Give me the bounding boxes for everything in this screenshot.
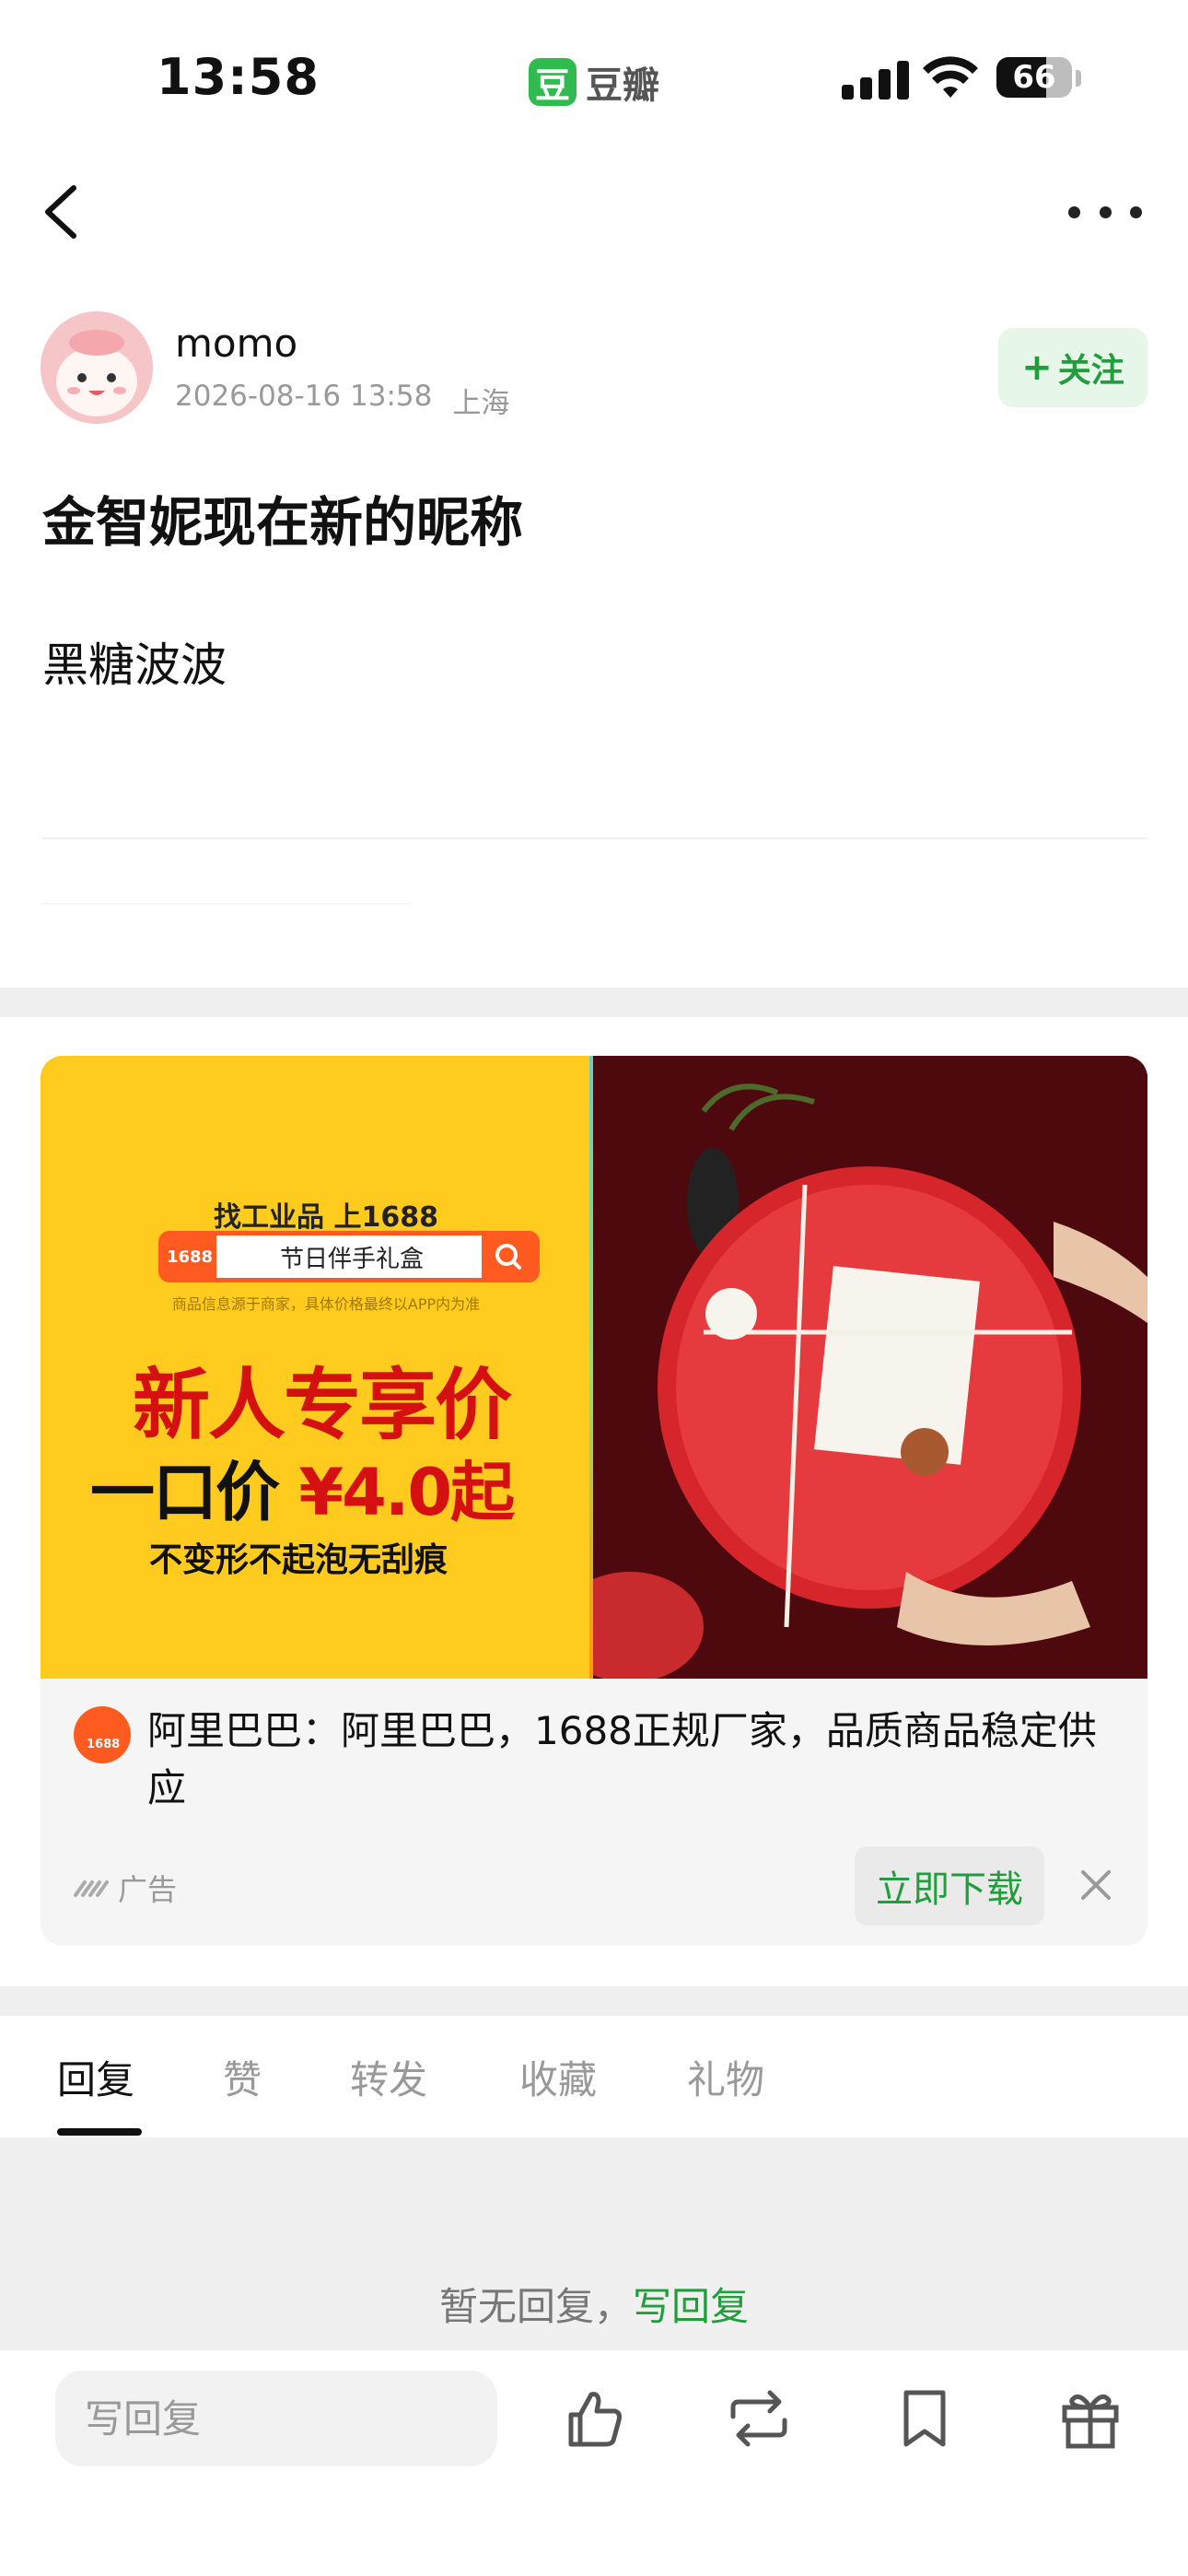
back-chevron-icon[interactable]: [37, 175, 92, 249]
active-tab-indicator: [57, 2128, 142, 2136]
alibaba-logo-icon: 1688: [74, 1706, 131, 1763]
gift-box-photo: [593, 1056, 1147, 1679]
battery-percent: 66: [1012, 59, 1056, 96]
author-name[interactable]: momo: [175, 321, 297, 366]
ad-headline: 新人专享价: [133, 1360, 512, 1450]
app-indicator[interactable]: 豆 豆瓣: [529, 55, 659, 109]
ad-card[interactable]: 找工业品 上1688 1688 节日伴手礼盒 商品信息源于商家，具体价格最终以A…: [41, 1056, 1147, 1946]
reply-input[interactable]: [55, 2371, 497, 2466]
avatar[interactable]: [41, 311, 153, 424]
empty-text: 暂无回复，: [438, 2284, 633, 2329]
ad-label-text: 广告: [118, 1872, 178, 1907]
app-name: 豆瓣: [586, 64, 659, 107]
battery-tip: [1076, 70, 1081, 87]
thumbs-up-icon[interactable]: [560, 2383, 630, 2453]
tab-collections[interactable]: 收藏: [519, 2049, 597, 2105]
wifi-icon: [923, 56, 978, 98]
post-title: 金智妮现在新的昵称: [42, 491, 524, 554]
ad-tagline: 不变形不起泡无刮痕: [148, 1541, 448, 1579]
more-dots-icon[interactable]: [1068, 184, 1142, 240]
divider: [42, 837, 1147, 839]
write-reply-link[interactable]: 写回复: [633, 2284, 749, 2329]
plus-icon: +: [1021, 346, 1053, 389]
bookmark-icon[interactable]: [890, 2383, 960, 2453]
status-bar: 13:58 豆 豆瓣 66: [0, 0, 1188, 157]
post-meta: 2026-08-16 13:58 上海: [175, 380, 509, 421]
ad-top-line: 找工业品 上1688: [214, 1201, 438, 1234]
post-location: 上海: [452, 387, 510, 420]
status-time: 13:58: [157, 48, 320, 106]
divider: [42, 903, 411, 905]
post-date: 2026-08-16 13:58: [175, 380, 433, 413]
avatar-illustration: [41, 311, 153, 424]
replies-empty-state: 暂无回复，写回复: [0, 2137, 1188, 2349]
cellular-signal-icon: [842, 59, 909, 100]
ad-search-box: 1688 节日伴手礼盒: [158, 1231, 540, 1282]
empty-message: 暂无回复，写回复: [0, 2276, 1188, 2332]
gift-icon[interactable]: [1055, 2383, 1125, 2453]
ad-image[interactable]: 找工业品 上1688 1688 节日伴手礼盒 商品信息源于商家，具体价格最终以A…: [41, 1056, 1147, 1679]
ad-mark-icon: [74, 1880, 109, 1897]
ad-price-line: 一口价 ¥4.0起: [90, 1441, 515, 1534]
ad-description[interactable]: 阿里巴巴：阿里巴巴，1688正规厂家，品质商品稳定供应: [147, 1703, 1124, 1817]
ad-price: ¥4.0起: [298, 1455, 515, 1530]
battery-icon: 66: [996, 57, 1072, 98]
ad-disclaimer: 商品信息源于商家，具体价格最终以APP内为准: [171, 1295, 481, 1313]
section-separator: [0, 1986, 1188, 2016]
ad-search-query: 节日伴手礼盒: [279, 1245, 424, 1273]
follow-label: 关注: [1057, 352, 1124, 390]
search-icon: [482, 1235, 535, 1278]
interaction-tabs: 回复 赞 转发 收藏 礼物: [0, 2016, 1188, 2136]
douban-app-icon: 豆: [529, 58, 577, 106]
repost-icon[interactable]: [724, 2383, 794, 2453]
ad-label: 广告: [74, 1867, 177, 1909]
tab-likes[interactable]: 赞: [223, 2049, 262, 2105]
ad-logo-text: 1688: [87, 1738, 121, 1751]
ad-banner-left: 找工业品 上1688 1688 节日伴手礼盒 商品信息源于商家，具体价格最终以A…: [41, 1056, 611, 1679]
section-separator: [0, 988, 1188, 1017]
close-icon[interactable]: [1070, 1857, 1122, 1913]
tab-gifts[interactable]: 礼物: [687, 2049, 764, 2105]
bottom-action-bar: [0, 2349, 1188, 2576]
ad-price-prefix: 一口价: [90, 1455, 280, 1530]
ad-1688-logo: 1688: [163, 1235, 216, 1278]
follow-button[interactable]: + 关注: [998, 328, 1147, 407]
post-body: 黑糖波波: [42, 638, 227, 692]
tab-replies[interactable]: 回复: [57, 2049, 134, 2105]
tab-reposts[interactable]: 转发: [350, 2049, 427, 2105]
download-button[interactable]: 立即下载: [855, 1846, 1044, 1926]
